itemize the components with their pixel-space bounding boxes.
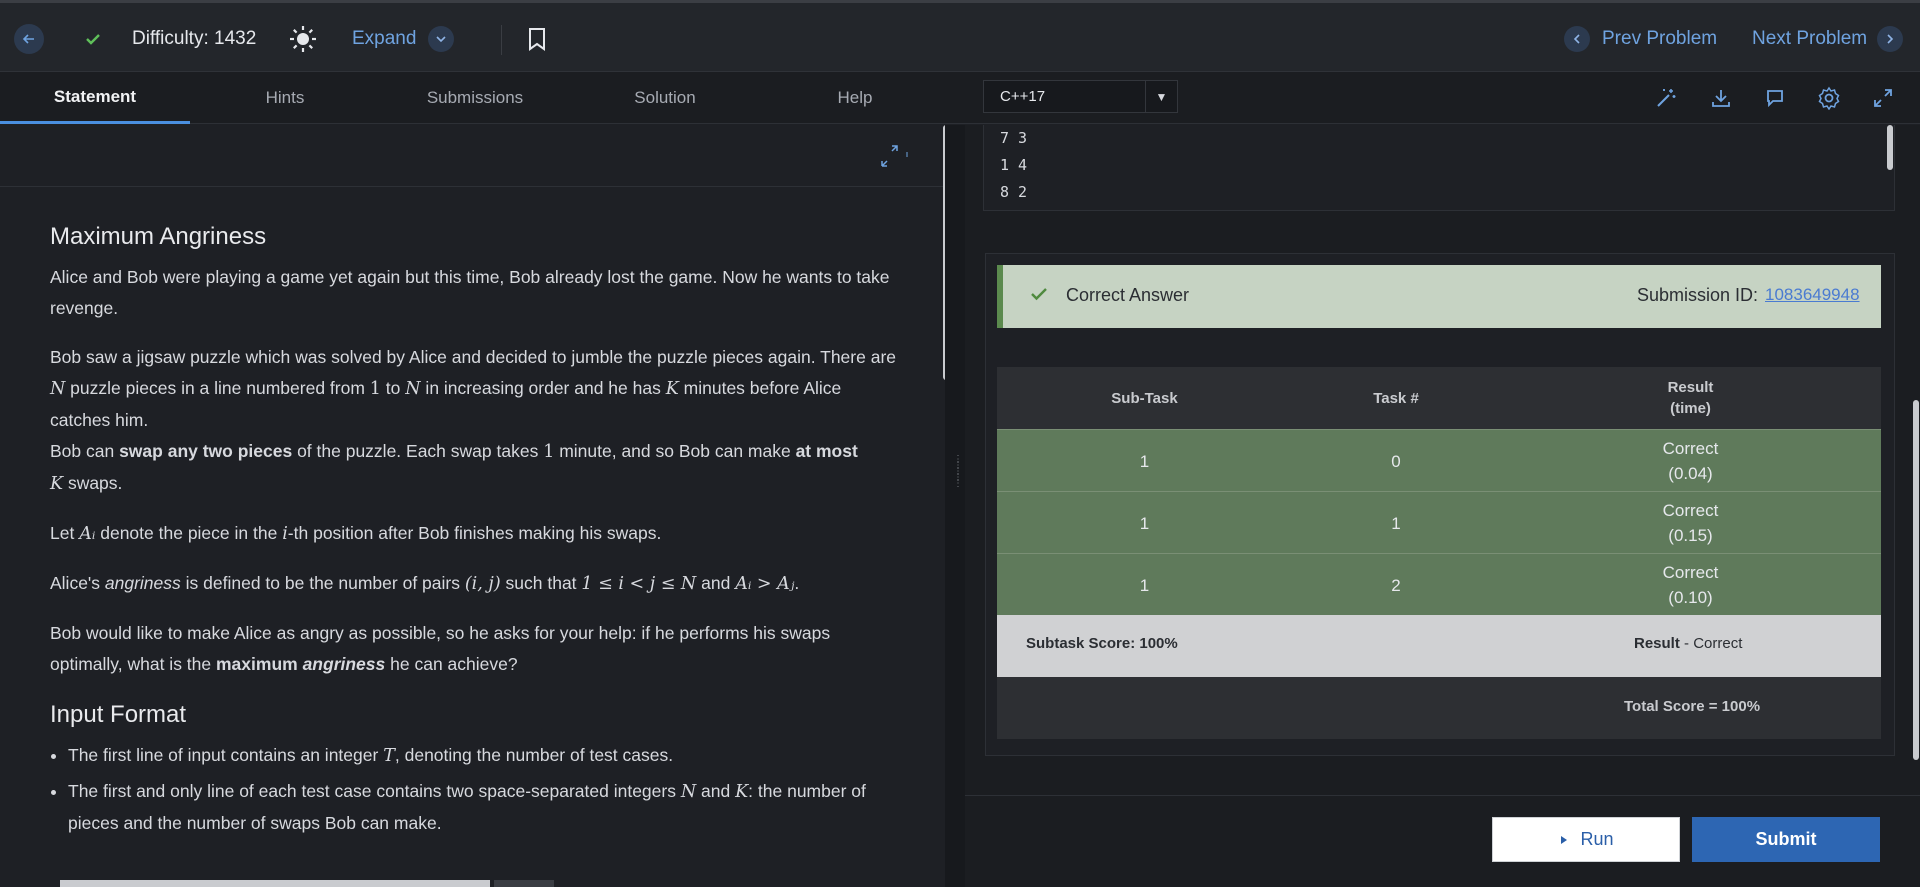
- run-label: Run: [1580, 829, 1614, 849]
- theme-toggle-button[interactable]: [288, 3, 318, 75]
- list-item: The first and only line of each test cas…: [68, 776, 900, 839]
- tab-hints[interactable]: Hints: [190, 72, 380, 124]
- status-text: Correct Answer: [1066, 285, 1190, 305]
- io-scrollbar[interactable]: [1887, 125, 1893, 170]
- header-subtask: Sub-Task: [1111, 389, 1178, 407]
- test-input-output: 7 3 1 4 8 2: [983, 125, 1895, 211]
- expand-label: Expand: [352, 28, 417, 49]
- expand-panel-icon[interactable]: [878, 143, 908, 174]
- input-format-list: The first line of input contains an inte…: [68, 740, 900, 839]
- table-header: Sub-Task Task # Result (time): [997, 367, 1881, 429]
- total-score-row: Total Score = 100%: [997, 677, 1881, 739]
- statement-paragraph: Bob saw a jigsaw puzzle which was solved…: [50, 347, 896, 430]
- chevron-right-icon: [1877, 26, 1904, 52]
- language-value: C++17: [1000, 88, 1046, 105]
- io-line: 1 4: [1000, 156, 1028, 174]
- statement-paragraph: Bob would like to make Alice as angry as…: [50, 623, 831, 674]
- language-select[interactable]: C++17 ▼: [983, 80, 1178, 113]
- cell-task: 2: [1391, 575, 1401, 595]
- tab-solution[interactable]: Solution: [570, 72, 760, 124]
- subtask-summary-row: Subtask Score: 100% Result - Correct: [997, 615, 1881, 677]
- solved-check-icon: [84, 3, 102, 75]
- cell-subtask: 1: [1139, 513, 1150, 533]
- next-problem-button[interactable]: Next Problem: [1752, 3, 1904, 75]
- fullscreen-icon[interactable]: [1869, 84, 1897, 112]
- download-icon[interactable]: [1707, 84, 1735, 112]
- horizontal-scrollbar[interactable]: [60, 880, 490, 887]
- caret-down-icon: ▼: [1145, 81, 1177, 112]
- table-row: 1 2 Correct (0.10): [997, 553, 1881, 615]
- arrow-left-icon: [14, 24, 44, 54]
- back-button[interactable]: [14, 3, 44, 75]
- horizontal-scrollbar-track: [494, 880, 554, 887]
- check-icon: [1030, 285, 1048, 308]
- cell-result: Correct (0.04): [1662, 439, 1719, 483]
- cell-subtask: 1: [1139, 451, 1150, 471]
- table-row: 1 1 Correct (0.15): [997, 491, 1881, 553]
- drag-handle-icon[interactable]: ⋮ ⋮ ⋮ ⋮ ⋮: [953, 455, 963, 489]
- prev-problem-label: Prev Problem: [1602, 28, 1718, 49]
- expand-toggle[interactable]: Expand: [352, 3, 455, 75]
- result-scrollbar[interactable]: [1913, 400, 1919, 760]
- magic-wand-icon[interactable]: [1652, 84, 1680, 112]
- problem-statement: Maximum Angriness Alice and Bob were pla…: [50, 220, 900, 843]
- next-problem-label: Next Problem: [1752, 28, 1868, 49]
- divider: [501, 25, 502, 55]
- statement-paragraph: Let Aᵢ denote the piece in the i-th posi…: [50, 523, 662, 544]
- chevron-left-icon: [1564, 26, 1590, 52]
- cell-task: 1: [1391, 513, 1401, 533]
- problem-title: Maximum Angriness: [50, 223, 267, 250]
- cell-result: Correct (0.15): [1662, 501, 1719, 545]
- tab-statement[interactable]: Statement: [0, 72, 190, 124]
- cell-result: Correct (0.10): [1662, 563, 1719, 607]
- submission-id-label: Submission ID:: [1637, 285, 1759, 305]
- sun-icon: [290, 26, 316, 52]
- comment-icon[interactable]: [1761, 84, 1789, 112]
- statement-paragraph: Alice's angriness is defined to be the n…: [50, 573, 800, 594]
- statement-paragraph: Bob can swap any two pieces of the puzzl…: [50, 441, 858, 494]
- cell-task: 0: [1391, 451, 1401, 471]
- input-format-heading: Input Format: [50, 701, 187, 728]
- play-icon: [1561, 835, 1568, 844]
- bookmark-icon: [529, 28, 545, 51]
- tab-submissions[interactable]: Submissions: [380, 72, 570, 124]
- pane-resizer[interactable]: [945, 125, 965, 887]
- difficulty-label: Difficulty: 1432: [132, 28, 257, 49]
- overall-result: Result - Correct: [1634, 635, 1743, 652]
- submission-id-link[interactable]: 1083649948: [1765, 285, 1860, 305]
- prev-problem-button[interactable]: Prev Problem: [1564, 3, 1717, 75]
- cell-subtask: 1: [1139, 575, 1150, 595]
- statement-paragraph: Alice and Bob were playing a game yet ag…: [50, 267, 890, 318]
- top-bar: Difficulty: 1432 Expand Prev Problem Nex…: [0, 0, 1920, 72]
- problem-panel: Maximum Angriness Alice and Bob were pla…: [0, 125, 945, 887]
- problem-panel-header: [0, 125, 945, 187]
- tab-bar: Statement Hints Submissions Solution Hel…: [0, 72, 1920, 124]
- run-button[interactable]: Run: [1492, 817, 1680, 862]
- subtask-score: Subtask Score: 100%: [1026, 635, 1178, 652]
- io-line: 8 2: [1000, 183, 1028, 201]
- header-result: Result (time): [1667, 379, 1714, 417]
- bookmark-button[interactable]: [527, 3, 547, 75]
- table-row: 1 0 Correct (0.04): [997, 429, 1881, 491]
- io-line: 7 3: [1000, 129, 1028, 147]
- gear-icon[interactable]: [1815, 84, 1843, 112]
- chevron-down-icon: [428, 26, 455, 52]
- list-item: The first line of input contains an inte…: [68, 740, 900, 772]
- header-task: Task #: [1373, 389, 1419, 407]
- submit-button[interactable]: Submit: [1692, 817, 1880, 862]
- total-score: Total Score = 100%: [1624, 698, 1761, 715]
- tab-help[interactable]: Help: [760, 72, 950, 124]
- subtask-table: Sub-Task Task # Result (time) 1 0 Correc…: [997, 367, 1881, 739]
